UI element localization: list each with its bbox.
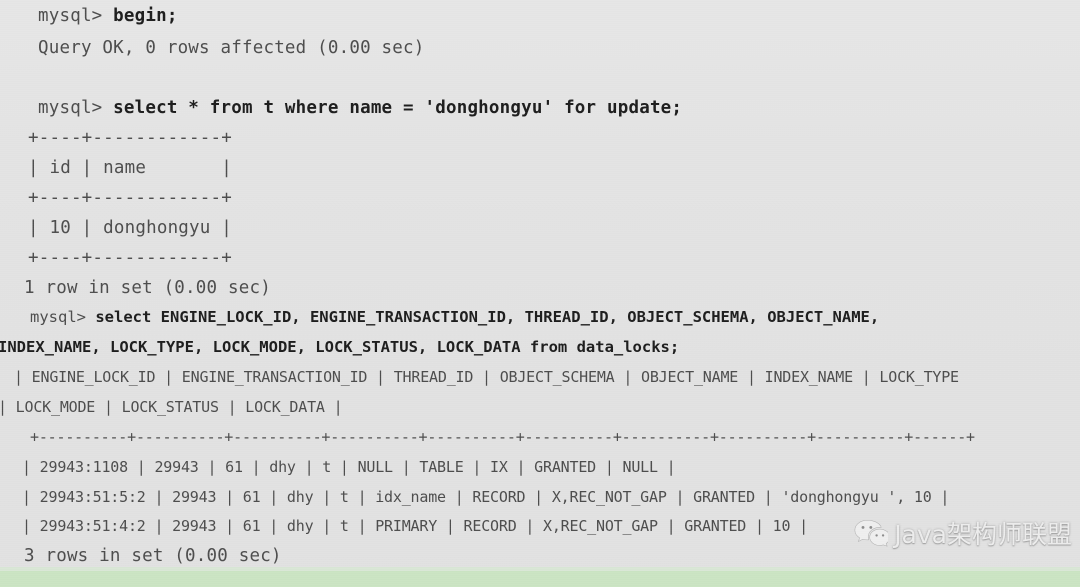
terminal-line-text: | 10 | donghongyu |	[28, 218, 232, 238]
terminal-line-text: +----+------------+	[28, 188, 232, 208]
terminal-line: +----+------------+	[28, 128, 232, 148]
terminal-line-text: | 29943:1108 | 29943 | 61 | dhy | t | NU…	[22, 458, 676, 476]
terminal-line-command: begin;	[113, 6, 178, 26]
terminal-line-command: select * from t where name = 'donghongyu…	[113, 98, 683, 118]
terminal-line: 1 row in set (0.00 sec)	[24, 278, 271, 298]
terminal-line: | 29943:1108 | 29943 | 61 | dhy | t | NU…	[22, 457, 676, 477]
terminal-line-text: +----+------------+	[28, 128, 232, 148]
terminal-line-text: mysql>	[30, 308, 96, 326]
terminal-line-text: mysql>	[38, 98, 114, 118]
terminal-line: | 29943:51:4:2 | 29943 | 61 | dhy | t | …	[22, 516, 808, 536]
terminal-line: INDEX_NAME, LOCK_TYPE, LOCK_MODE, LOCK_S…	[0, 337, 679, 357]
terminal-line-text: mysql>	[38, 6, 114, 26]
terminal-line-text: 3 rows in set (0.00 sec)	[24, 546, 282, 566]
terminal-line: mysql> select * from t where name = 'don…	[38, 98, 682, 118]
terminal-line: | 29943:51:5:2 | 29943 | 61 | dhy | t | …	[22, 487, 949, 507]
terminal-line-text: | 29943:51:4:2 | 29943 | 61 | dhy | t | …	[22, 517, 808, 535]
watermark-label: Java架构师联盟	[894, 520, 1072, 549]
wechat-icon	[854, 518, 891, 548]
terminal-line-text: 1 row in set (0.00 sec)	[24, 278, 271, 298]
terminal-line: mysql> select ENGINE_LOCK_ID, ENGINE_TRA…	[30, 307, 879, 327]
terminal-line: | LOCK_MODE | LOCK_STATUS | LOCK_DATA |	[0, 397, 343, 417]
terminal-line: | 10 | donghongyu |	[28, 218, 232, 238]
terminal-line: 3 rows in set (0.00 sec)	[24, 546, 282, 566]
watermark: Java架构师联盟	[854, 515, 1072, 551]
terminal-line-command: INDEX_NAME, LOCK_TYPE, LOCK_MODE, LOCK_S…	[0, 338, 680, 356]
terminal-screenshot: mysql> begin; Query OK, 0 rows affected (…	[0, 0, 1080, 587]
terminal-line-text: +----------+----------+----------+------…	[30, 428, 975, 446]
terminal-line-text: | ENGINE_LOCK_ID | ENGINE_TRANSACTION_ID…	[14, 368, 959, 386]
terminal-line-text: Query OK, 0 rows affected (0.00 sec)	[38, 38, 425, 58]
terminal-line: +----+------------+	[28, 188, 232, 208]
terminal-line: +----------+----------+----------+------…	[30, 427, 975, 447]
terminal-line-text: | 29943:51:5:2 | 29943 | 61 | dhy | t | …	[22, 488, 950, 506]
terminal-line-text: | LOCK_MODE | LOCK_STATUS | LOCK_DATA |	[0, 398, 343, 416]
terminal-line-command: select ENGINE_LOCK_ID, ENGINE_TRANSACTIO…	[95, 308, 880, 326]
terminal-line-text: | id | name |	[28, 158, 232, 178]
bottom-green-band	[0, 571, 1080, 587]
terminal-line: +----+------------+	[28, 248, 232, 268]
terminal-line: mysql> begin;	[38, 6, 178, 26]
terminal-line-text: +----+------------+	[28, 248, 232, 268]
terminal-line: | ENGINE_LOCK_ID | ENGINE_TRANSACTION_ID…	[14, 367, 959, 387]
terminal-line: Query OK, 0 rows affected (0.00 sec)	[38, 38, 425, 58]
terminal-line: | id | name |	[28, 158, 232, 178]
